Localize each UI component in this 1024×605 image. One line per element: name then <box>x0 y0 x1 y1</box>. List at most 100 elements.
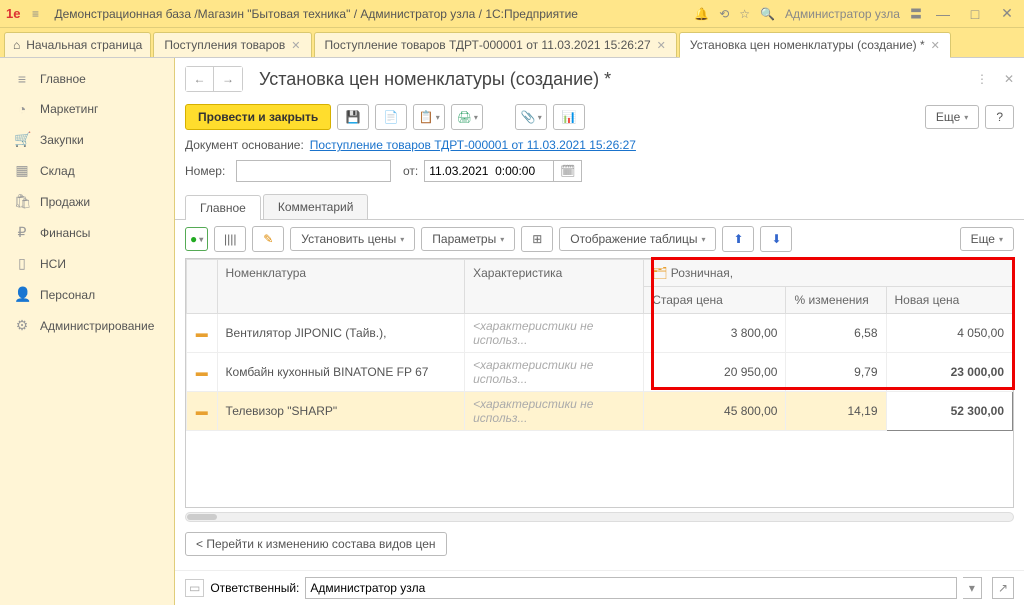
menu-icon[interactable]: 〓 <box>910 5 922 22</box>
expand-button[interactable]: ⊞ <box>521 226 553 252</box>
responsible-input[interactable] <box>305 577 957 599</box>
sidebar-icon: 👤 <box>14 286 30 303</box>
sidebar-label: Маркетинг <box>40 102 98 116</box>
forward-button[interactable]: → <box>214 67 242 91</box>
col-new-price[interactable]: Новая цена <box>886 287 1012 314</box>
number-input[interactable] <box>236 160 391 182</box>
col-characteristic[interactable]: Характеристика <box>465 260 644 314</box>
tab-comment[interactable]: Комментарий <box>263 194 369 219</box>
more-button[interactable]: Еще▾ <box>925 105 979 129</box>
tab-label: Установка цен номенклатуры (создание) * <box>690 38 925 52</box>
doc-basis-link[interactable]: Поступление товаров ТДРТ-000001 от 11.03… <box>310 138 636 152</box>
cell-pct-change[interactable]: 6,58 <box>786 314 886 353</box>
sidebar-label: Финансы <box>40 226 90 240</box>
cell-characteristic[interactable]: <характеристики не использ... <box>465 392 644 431</box>
save-button[interactable]: 💾 <box>337 104 369 130</box>
params-button[interactable]: Параметры▾ <box>421 227 515 251</box>
col-pct-change[interactable]: % изменения <box>786 287 886 314</box>
user-label[interactable]: Администратор узла <box>785 7 900 21</box>
barcode-button[interactable]: |||| <box>214 226 246 252</box>
col-nomenclature[interactable]: Номенклатура <box>217 260 465 314</box>
sidebar-item-6[interactable]: ▯НСИ <box>0 248 174 279</box>
table-display-button[interactable]: Отображение таблицы▾ <box>559 227 716 251</box>
sidebar-label: Продажи <box>40 195 90 209</box>
sidebar-item-2[interactable]: 🛒Закупки <box>0 124 174 155</box>
cell-nomenclature[interactable]: Вентилятор JIPONIC (Тайв.), <box>217 314 465 353</box>
cell-new-price[interactable]: 23 000,00 <box>886 353 1012 392</box>
maximize-button[interactable]: □ <box>964 6 986 22</box>
tab-home[interactable]: ⌂ Начальная страница <box>4 32 151 57</box>
sidebar-item-5[interactable]: ₽ Финансы <box>0 217 174 248</box>
search-icon[interactable]: 🔍 <box>760 7 775 21</box>
minimize-button[interactable]: — <box>932 6 954 22</box>
post-button[interactable]: 📄 <box>375 104 407 130</box>
date-input[interactable] <box>424 160 554 182</box>
table-more-button[interactable]: Еще▾ <box>960 227 1014 251</box>
sidebar-item-7[interactable]: 👤Персонал <box>0 279 174 310</box>
help-button[interactable]: ? <box>985 105 1014 129</box>
report-button[interactable]: 📊 <box>553 104 585 130</box>
attach-button[interactable]: 📎▾ <box>515 104 547 130</box>
open-icon[interactable]: ↗ <box>992 577 1014 599</box>
row-icon: ▬ <box>196 404 208 418</box>
tab-main[interactable]: Главное <box>185 195 261 220</box>
move-down-button[interactable]: ⬇ <box>760 226 792 252</box>
more-icon[interactable]: ⋮ <box>976 72 988 86</box>
change-price-types-button[interactable]: < Перейти к изменению состава видов цен <box>185 532 447 556</box>
number-label: Номер: <box>185 164 230 178</box>
cell-pct-change[interactable]: 9,79 <box>786 353 886 392</box>
bell-icon[interactable]: 🔔 <box>694 7 709 21</box>
add-button[interactable]: ●▾ <box>185 227 208 251</box>
star-icon[interactable]: ☆ <box>739 7 750 21</box>
sidebar-icon: 🛍 <box>14 193 30 210</box>
dropdown-icon[interactable]: ▾ <box>963 577 982 599</box>
sidebar-item-8[interactable]: ⚙Администрирование <box>0 310 174 341</box>
close-icon[interactable]: ✕ <box>931 39 940 52</box>
cell-pct-change[interactable]: 14,19 <box>786 392 886 431</box>
cell-old-price[interactable]: 3 800,00 <box>644 314 786 353</box>
cell-new-price[interactable]: 52 300,00 <box>886 392 1012 431</box>
sidebar-icon: ▯ <box>14 255 30 272</box>
sidebar-item-3[interactable]: ▦Склад <box>0 155 174 186</box>
tab-receipt-doc[interactable]: Поступление товаров ТДРТ-000001 от 11.03… <box>314 32 677 57</box>
create-based-button[interactable]: 📋▾ <box>413 104 445 130</box>
sidebar-label: Склад <box>40 164 75 178</box>
cell-characteristic[interactable]: <характеристики не использ... <box>465 353 644 392</box>
cell-nomenclature[interactable]: Комбайн кухонный BINATONE FP 67 <box>217 353 465 392</box>
calendar-icon[interactable]: 🗓 <box>554 160 582 182</box>
table-row[interactable]: ▬ Вентилятор JIPONIC (Тайв.), <характери… <box>187 314 1013 353</box>
sidebar-icon: ≡ <box>14 71 30 87</box>
window-title: Демонстрационная база /Магазин "Бытовая … <box>50 7 688 21</box>
col-price-group[interactable]: 🗂 Розничная, <box>644 260 1013 287</box>
close-button[interactable]: ✕ <box>996 5 1018 22</box>
table-row[interactable]: ▬ Комбайн кухонный BINATONE FP 67 <харак… <box>187 353 1013 392</box>
sidebar-icon: ₽ <box>14 224 30 241</box>
sidebar-item-1[interactable]: ◔Маркетинг <box>0 94 174 124</box>
close-icon[interactable]: ✕ <box>657 39 666 52</box>
print-button[interactable]: 🖨▾ <box>451 104 483 130</box>
history-icon[interactable]: ⟲ <box>719 7 729 21</box>
cell-old-price[interactable]: 45 800,00 <box>644 392 786 431</box>
cell-characteristic[interactable]: <характеристики не использ... <box>465 314 644 353</box>
cell-nomenclature[interactable]: Телевизор "SHARP" <box>217 392 465 431</box>
sidebar-item-0[interactable]: ≡Главное <box>0 64 174 94</box>
set-prices-button[interactable]: Установить цены▾ <box>290 227 415 251</box>
tab-set-prices[interactable]: Установка цен номенклатуры (создание) * … <box>679 32 951 58</box>
cell-old-price[interactable]: 20 950,00 <box>644 353 786 392</box>
cell-new-price[interactable]: 4 050,00 <box>886 314 1012 353</box>
table-row[interactable]: ▬ Телевизор "SHARP" <характеристики не и… <box>187 392 1013 431</box>
magic-button[interactable]: ✎ <box>252 226 284 252</box>
sidebar-item-4[interactable]: 🛍 Продажи <box>0 186 174 217</box>
price-table: Номенклатура Характеристика 🗂 Розничная,… <box>185 258 1014 508</box>
titlebar: 1e ≡ Демонстрационная база /Магазин "Быт… <box>0 0 1024 28</box>
move-up-button[interactable]: ⬆ <box>722 226 754 252</box>
col-old-price[interactable]: Старая цена <box>644 287 786 314</box>
horizontal-scrollbar[interactable] <box>185 512 1014 522</box>
close-panel-icon[interactable]: ✕ <box>994 72 1014 86</box>
post-and-close-button[interactable]: Провести и закрыть <box>185 104 331 130</box>
close-icon[interactable]: ✕ <box>291 39 300 52</box>
tab-receipts[interactable]: Поступления товаров ✕ <box>153 32 311 57</box>
collapse-icon[interactable]: ▭ <box>185 579 204 597</box>
hamburger-icon[interactable]: ≡ <box>26 7 44 21</box>
back-button[interactable]: ← <box>186 67 214 91</box>
